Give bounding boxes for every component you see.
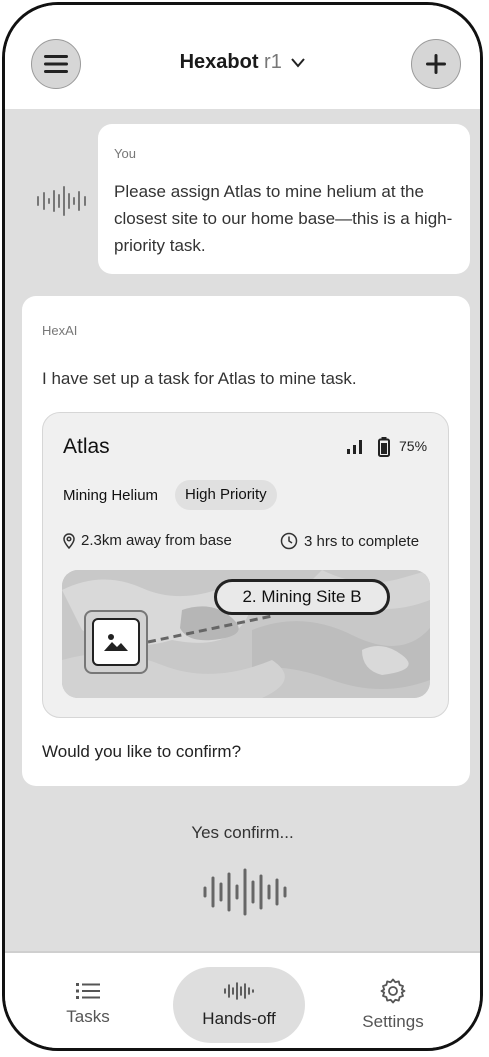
tab-label: Tasks xyxy=(66,1007,110,1026)
sender-label: HexAI xyxy=(42,323,78,338)
tab-hands-off[interactable]: Hands-off xyxy=(173,967,305,1043)
image-icon xyxy=(104,634,128,651)
robot-marker[interactable] xyxy=(84,610,148,674)
chevron-down-icon xyxy=(291,58,306,68)
duration-info: 3 hrs to complete xyxy=(280,532,419,550)
priority-badge: High Priority xyxy=(175,480,277,510)
plus-icon xyxy=(426,54,446,74)
voice-transcript: Yes confirm... xyxy=(191,823,294,842)
task-name: Mining Helium xyxy=(63,487,159,504)
ai-message: HexAI I have set up a task for Atlas to … xyxy=(22,296,470,786)
signal-icon xyxy=(347,440,362,454)
app-header: Hexabot r1 xyxy=(5,5,480,110)
duration-text: 3 hrs to complete xyxy=(304,532,420,550)
sender-label: You xyxy=(114,146,136,161)
list-icon xyxy=(76,983,100,999)
task-card[interactable]: Atlas 75% Mining Helium High Priority 2.… xyxy=(42,412,449,718)
image-placeholder xyxy=(92,618,140,666)
confirm-question: Would you like to confirm? xyxy=(42,742,242,761)
user-message: You Please assign Atlas to mine helium a… xyxy=(98,124,470,274)
location-pin-icon xyxy=(63,532,75,549)
app-title: Hexabot xyxy=(179,51,259,73)
user-message-text: Please assign Atlas to mine helium at th… xyxy=(114,182,453,255)
bottom-tab-bar: Tasks Hands-off Settings xyxy=(5,951,480,1048)
clock-icon xyxy=(280,532,298,550)
battery-icon xyxy=(378,437,390,457)
tab-label: Settings xyxy=(362,1012,424,1031)
destination-marker[interactable]: 2. Mining Site B xyxy=(214,579,390,615)
route-map[interactable]: 2. Mining Site B xyxy=(62,570,430,698)
distance-text: 2.3km away from base xyxy=(81,532,232,549)
gear-icon xyxy=(380,978,406,1004)
add-button[interactable] xyxy=(411,39,461,89)
voice-wave-icon xyxy=(37,186,86,216)
ai-message-text: I have set up a task for Atlas to mine t… xyxy=(42,369,357,388)
phone-frame: Hexabot r1 You Please assign Atlas to mi… xyxy=(2,2,483,1051)
robot-selector[interactable]: Hexabot r1 xyxy=(5,51,480,74)
voice-wave-icon[interactable] xyxy=(201,864,293,920)
battery-level: 75% xyxy=(399,438,428,454)
tab-label: Hands-off xyxy=(202,1009,276,1028)
distance-info: 2.3km away from base xyxy=(63,532,232,549)
model-version: r1 xyxy=(264,51,282,73)
tab-tasks[interactable]: Tasks xyxy=(22,967,154,1043)
voice-wave-icon xyxy=(224,982,254,1000)
chat-area[interactable]: You Please assign Atlas to mine helium a… xyxy=(5,109,480,951)
tab-settings[interactable]: Settings xyxy=(327,967,459,1043)
robot-name: Atlas xyxy=(63,435,110,458)
